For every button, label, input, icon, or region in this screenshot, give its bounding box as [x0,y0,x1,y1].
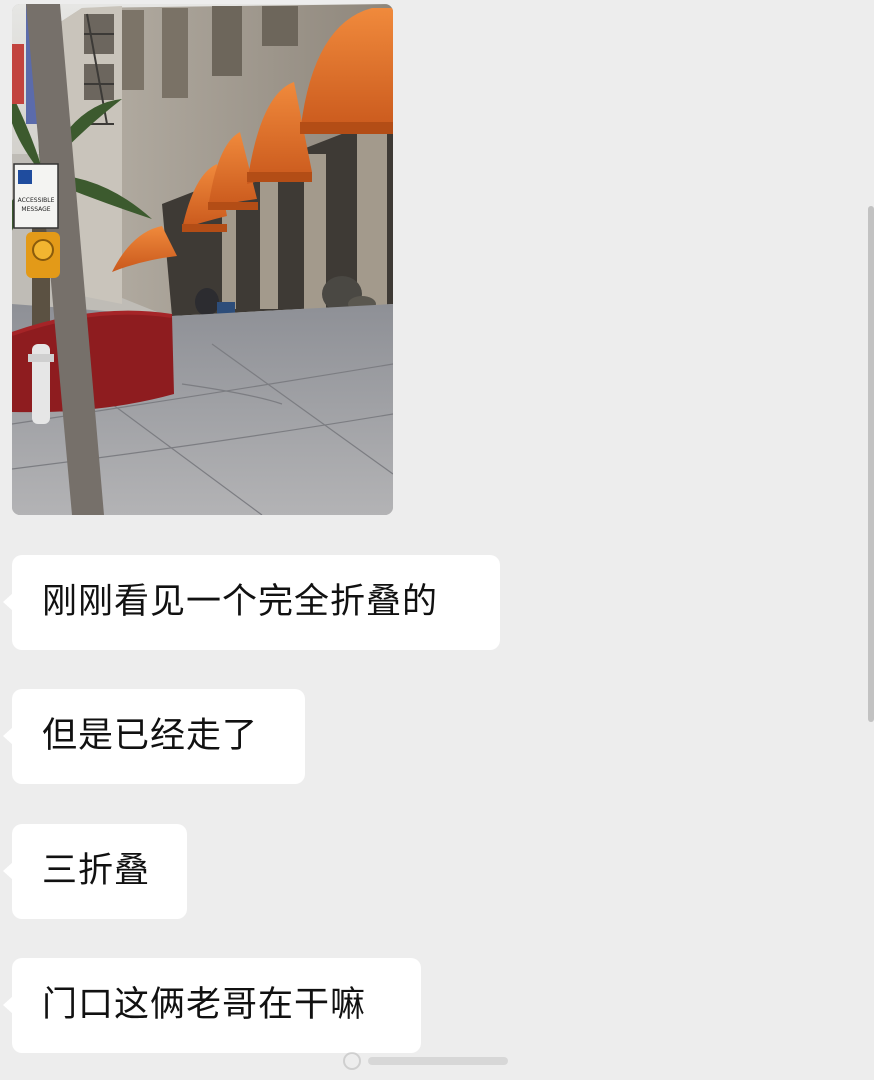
message-bubble[interactable]: 门口这俩老哥在干嘛 [3,958,421,1053]
message-text: 但是已经走了 [42,716,259,756]
message-text: 刚刚看见一个完全折叠的 [42,582,439,622]
sign-line1: ACCESSIBLE [18,197,55,204]
message-text: 门口这俩老哥在干嘛 [42,985,367,1025]
message-bubble[interactable]: 三折叠 [3,824,187,919]
scrollbar[interactable] [868,206,874,722]
message-text: 三折叠 [42,851,151,891]
sign-line2: MESSAGE [21,206,50,213]
chat-view: ACCESSIBLE MESSAGE 刚刚看见一个完全折叠的 但是已经走了 三折… [0,0,874,1080]
watermark-logo [342,1049,522,1073]
street-photo: ACCESSIBLE MESSAGE [12,4,393,515]
message-bubble[interactable]: 刚刚看见一个完全折叠的 [3,555,500,650]
photo-message[interactable]: ACCESSIBLE MESSAGE [12,4,393,515]
message-bubble[interactable]: 但是已经走了 [3,689,305,784]
